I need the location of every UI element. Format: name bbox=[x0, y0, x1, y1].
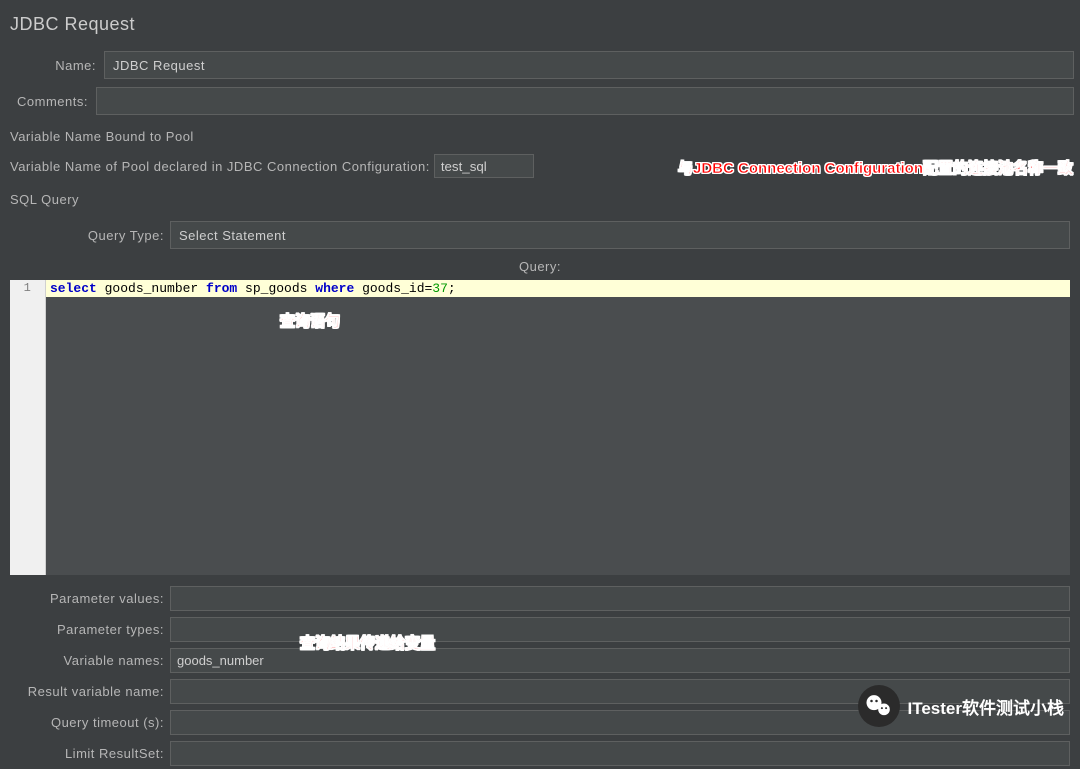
query-type-row: Query Type: Select Statement bbox=[10, 215, 1070, 255]
jdbc-request-panel: JDBC Request Name: Comments: Variable Na… bbox=[0, 0, 1080, 769]
sql-section: Query Type: Select Statement Query: 1 se… bbox=[6, 213, 1074, 575]
limit-resultset-row: Limit ResultSet: bbox=[10, 738, 1070, 769]
query-type-value: Select Statement bbox=[179, 228, 286, 243]
watermark: ITester软件测试小栈 bbox=[858, 685, 1065, 727]
limit-resultset-label: Limit ResultSet: bbox=[10, 746, 170, 761]
line-number: 1 bbox=[10, 281, 45, 295]
query-type-label: Query Type: bbox=[70, 228, 170, 243]
query-header: Query: bbox=[10, 255, 1070, 278]
editor-gutter: 1 bbox=[10, 280, 46, 575]
editor-code-area[interactable]: select goods_number from sp_goods where … bbox=[46, 280, 1070, 575]
query-timeout-label: Query timeout (s): bbox=[10, 715, 170, 730]
lower-form: Parameter values: Parameter types: Varia… bbox=[6, 575, 1074, 769]
annotation-variable-pass: 查询结果传递给变量 bbox=[300, 632, 435, 653]
comments-input[interactable] bbox=[96, 87, 1074, 115]
wechat-icon bbox=[858, 685, 900, 727]
limit-resultset-input[interactable] bbox=[170, 741, 1070, 766]
variable-names-label: Variable names: bbox=[10, 653, 170, 668]
variable-pool-input[interactable] bbox=[434, 154, 534, 178]
annotation-pool-name: 与JDBC Connection Configuration配置的连接池名称一致 bbox=[678, 157, 1073, 178]
variable-names-row: Variable names: bbox=[10, 645, 1070, 676]
sql-query-section-title: SQL Query bbox=[6, 182, 1074, 213]
sql-editor: 1 select goods_number from sp_goods wher… bbox=[10, 280, 1070, 575]
comments-label: Comments: bbox=[6, 94, 96, 109]
code-line-1: select goods_number from sp_goods where … bbox=[46, 280, 1070, 297]
comments-row: Comments: bbox=[6, 83, 1074, 119]
variable-pool-section-title: Variable Name Bound to Pool bbox=[6, 119, 1074, 150]
param-values-label: Parameter values: bbox=[10, 591, 170, 606]
param-values-row: Parameter values: bbox=[10, 583, 1070, 614]
param-values-input[interactable] bbox=[170, 586, 1070, 611]
param-types-label: Parameter types: bbox=[10, 622, 170, 637]
result-variable-label: Result variable name: bbox=[10, 684, 170, 699]
query-type-select[interactable]: Select Statement bbox=[170, 221, 1070, 249]
variable-pool-label: Variable Name of Pool declared in JDBC C… bbox=[10, 159, 434, 174]
name-input[interactable] bbox=[104, 51, 1074, 79]
annotation-query-statement: 查询语句 bbox=[280, 310, 340, 331]
name-row: Name: bbox=[6, 47, 1074, 83]
name-label: Name: bbox=[6, 58, 104, 73]
param-types-row: Parameter types: bbox=[10, 614, 1070, 645]
watermark-text: ITester软件测试小栈 bbox=[908, 694, 1065, 719]
page-title: JDBC Request bbox=[6, 0, 1074, 47]
